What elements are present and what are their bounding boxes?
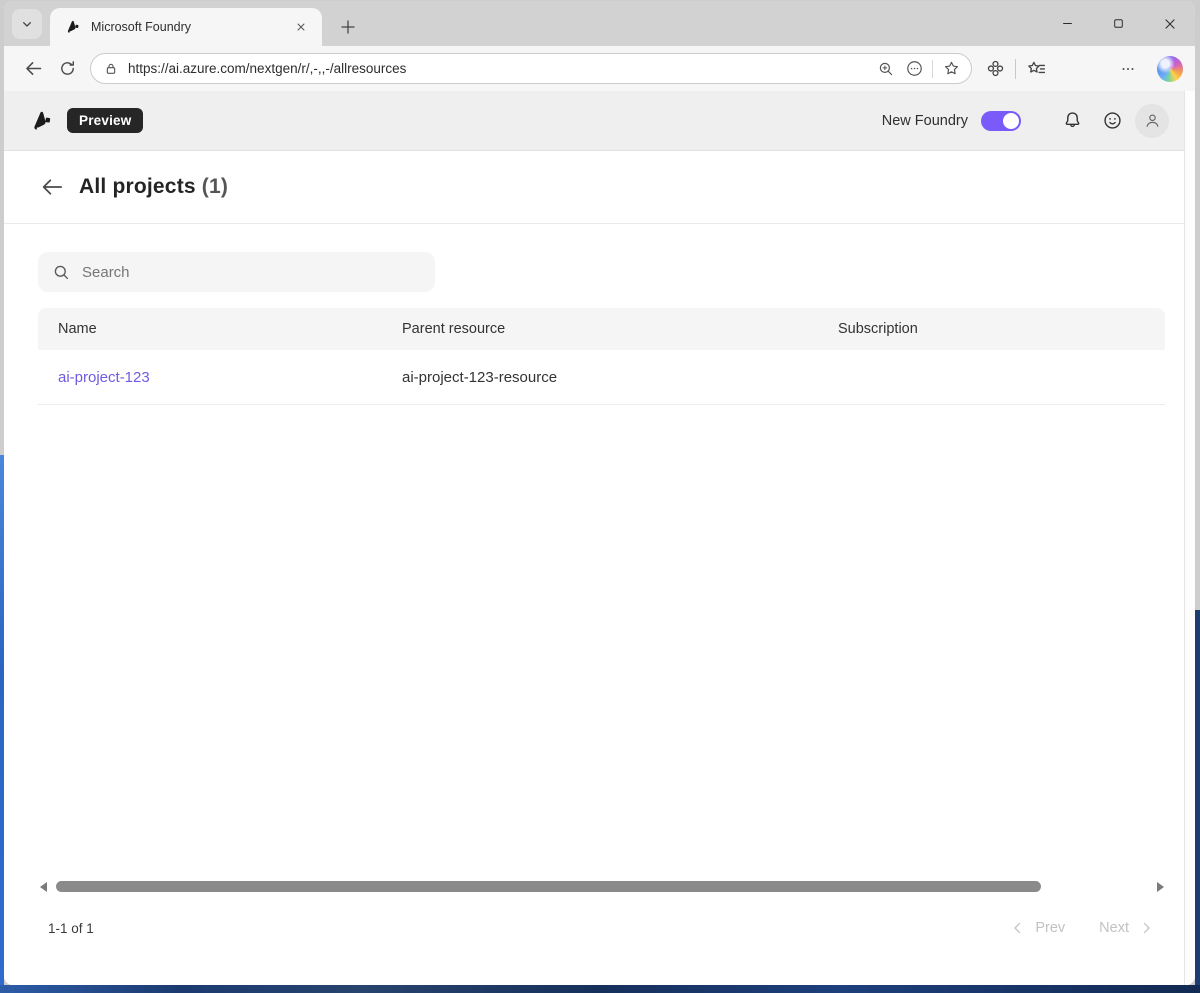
search-box[interactable] <box>38 252 435 292</box>
notifications-button[interactable] <box>1055 104 1089 138</box>
column-header-subscription: Subscription <box>838 321 1165 337</box>
cell-project-name: ai-project-123 <box>38 369 402 386</box>
window-minimize-button[interactable] <box>1042 1 1093 46</box>
page-back-button[interactable] <box>38 173 66 201</box>
pagination-controls: Prev Next <box>1009 919 1155 937</box>
maximize-icon <box>1112 17 1125 30</box>
prev-label: Prev <box>1035 920 1065 936</box>
horizontal-scrollbar-thumb[interactable] <box>56 881 1041 892</box>
window-controls <box>1042 1 1195 46</box>
page-title-text: All projects <box>79 175 196 198</box>
table-header-row: Name Parent resource Subscription <box>38 308 1165 350</box>
desktop-edge-right <box>1195 610 1200 993</box>
feedback-button[interactable] <box>1095 104 1129 138</box>
prev-page-button[interactable]: Prev <box>1009 919 1073 937</box>
toolbar-right-icons <box>980 54 1183 84</box>
table-row: ai-project-123 ai-project-123-resource <box>38 350 1165 405</box>
extensions-icon <box>985 58 1006 79</box>
back-button[interactable] <box>16 52 50 86</box>
back-arrow-icon <box>23 58 44 79</box>
pagination-summary: 1-1 of 1 <box>48 921 94 936</box>
pagination-row: 1-1 of 1 Prev Next <box>48 919 1155 937</box>
close-icon <box>1163 17 1177 31</box>
refresh-icon <box>58 59 77 78</box>
person-icon <box>1143 111 1162 130</box>
ellipsis-circle-icon <box>905 59 924 78</box>
minimize-icon <box>1061 17 1074 30</box>
favorites-button[interactable] <box>1021 54 1051 84</box>
preview-badge: Preview <box>67 108 143 133</box>
url-text[interactable]: https://ai.azure.com/nextgen/r/,-,,-/all… <box>128 61 872 76</box>
foundry-logo-icon <box>65 19 81 35</box>
bell-icon <box>1062 110 1083 131</box>
scroll-right-arrow-icon[interactable] <box>1157 882 1164 892</box>
chevron-down-icon <box>19 16 35 32</box>
search-input[interactable] <box>82 264 421 281</box>
browser-tab[interactable]: Microsoft Foundry <box>50 8 322 46</box>
tab-title: Microsoft Foundry <box>91 20 290 34</box>
new-foundry-toggle[interactable] <box>981 111 1021 131</box>
next-page-button[interactable]: Next <box>1091 919 1155 937</box>
close-icon <box>295 21 307 33</box>
column-header-parent-resource: Parent resource <box>402 321 838 337</box>
projects-table: Name Parent resource Subscription ai-pro… <box>38 308 1165 405</box>
back-arrow-icon <box>39 174 65 200</box>
tab-search-button[interactable] <box>12 9 42 39</box>
browser-toolbar: https://ai.azure.com/nextgen/r/,-,,-/all… <box>4 46 1195 91</box>
more-options-icon <box>1119 60 1137 78</box>
new-foundry-label: New Foundry <box>882 113 968 129</box>
favorite-this-page-button[interactable] <box>937 55 965 83</box>
extensions-button[interactable] <box>980 54 1010 84</box>
toggle-knob <box>1003 113 1019 129</box>
desktop-edge-bottom <box>0 985 1200 993</box>
smiley-icon <box>1102 110 1123 131</box>
address-bar-divider <box>932 60 933 78</box>
star-icon <box>942 59 961 78</box>
zoom-button[interactable] <box>872 55 900 83</box>
page-title-count: (1) <box>202 175 228 198</box>
tab-close-button[interactable] <box>290 16 312 38</box>
project-link[interactable]: ai-project-123 <box>58 369 150 386</box>
page-title: All projects (1) <box>79 175 228 199</box>
vertical-scrollbar-track[interactable] <box>1184 91 1195 985</box>
browser-titlebar: Microsoft Foundry <box>4 1 1195 46</box>
window-close-button[interactable] <box>1144 1 1195 46</box>
address-bar[interactable]: https://ai.azure.com/nextgen/r/,-,,-/all… <box>90 53 972 84</box>
column-header-name: Name <box>38 321 402 337</box>
settings-menu-button[interactable] <box>1113 54 1143 84</box>
zoom-in-icon <box>877 60 895 78</box>
app-header: Preview New Foundry <box>4 91 1195 151</box>
window-maximize-button[interactable] <box>1093 1 1144 46</box>
cell-parent-resource: ai-project-123-resource <box>402 369 838 386</box>
browser-window: Microsoft Foundry <box>4 1 1195 985</box>
page-content: All projects (1) Name Parent resource Sub… <box>4 151 1195 985</box>
refresh-button[interactable] <box>50 52 84 86</box>
new-tab-button[interactable] <box>334 13 362 41</box>
next-label: Next <box>1099 920 1129 936</box>
chevron-right-icon <box>1137 919 1155 937</box>
page-title-row: All projects (1) <box>4 151 1195 224</box>
account-avatar[interactable] <box>1135 104 1169 138</box>
plus-icon <box>339 18 357 36</box>
scroll-left-arrow-icon[interactable] <box>40 882 47 892</box>
chevron-left-icon <box>1009 919 1027 937</box>
toolbar-divider <box>1015 59 1016 79</box>
foundry-logo-icon <box>30 109 54 133</box>
horizontal-scrollbar[interactable] <box>38 881 1166 893</box>
copilot-icon[interactable] <box>1157 56 1183 82</box>
lock-icon <box>103 61 119 77</box>
search-icon <box>52 263 71 282</box>
favorites-bar-icon <box>1026 58 1047 79</box>
site-permissions-button[interactable] <box>900 55 928 83</box>
